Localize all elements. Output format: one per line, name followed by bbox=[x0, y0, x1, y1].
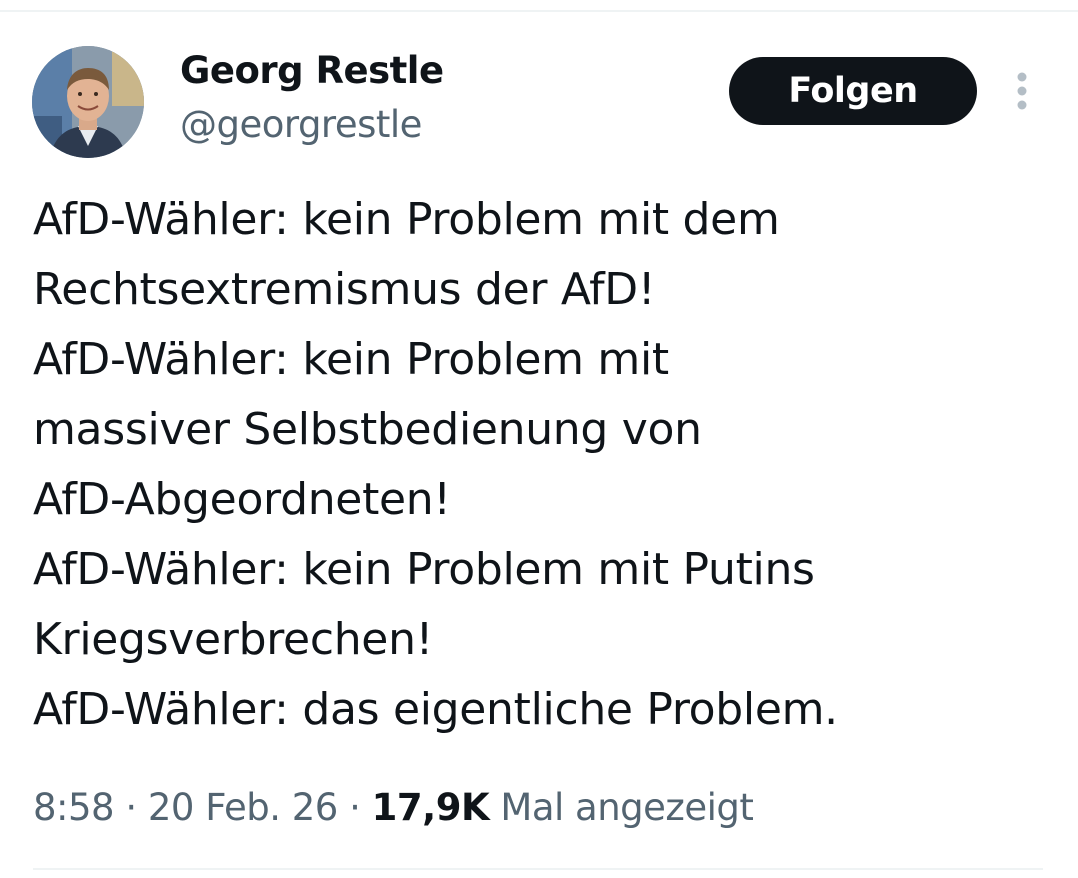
author-display-name[interactable]: Georg Restle bbox=[180, 46, 444, 96]
tweet-line: AfD-Wähler: kein Problem mit dem bbox=[33, 194, 780, 245]
tweet-line: AfD-Wähler: das eigentliche Problem. bbox=[33, 684, 838, 735]
tweet-line: AfD-Wähler: kein Problem mit Putins bbox=[33, 544, 815, 595]
tweet-line: AfD-Wähler: kein Problem mit bbox=[33, 334, 669, 385]
tweet-date[interactable]: 20 Feb. 26 bbox=[148, 786, 338, 829]
author-avatar[interactable] bbox=[32, 46, 144, 158]
tweet-line: Kriegsverbrechen! bbox=[33, 614, 433, 665]
tweet-line: AfD-Abgeordneten! bbox=[33, 474, 451, 525]
avatar-image bbox=[32, 46, 144, 158]
tweet-meta: 8:58 · 20 Feb. 26 · 17,9K Mal angezeigt bbox=[33, 782, 754, 834]
tweet-line: massiver Selbstbedienung von bbox=[33, 404, 702, 455]
tweet-line: Rechtsextremismus der AfD! bbox=[33, 264, 656, 315]
views-count[interactable]: 17,9K bbox=[372, 786, 490, 829]
meta-separator: · bbox=[125, 786, 137, 829]
vertical-ellipsis-icon bbox=[1017, 72, 1027, 110]
views-label: Mal angezeigt bbox=[500, 786, 754, 829]
top-divider bbox=[0, 10, 1078, 12]
author-handle[interactable]: @georgrestle bbox=[180, 100, 422, 150]
tweet-time[interactable]: 8:58 bbox=[33, 786, 115, 829]
more-options-button[interactable] bbox=[1005, 66, 1039, 116]
bottom-divider bbox=[33, 868, 1043, 870]
tweet-text: AfD-Wähler: kein Problem mit dem Rechtse… bbox=[33, 185, 1043, 745]
meta-separator: · bbox=[349, 786, 361, 829]
follow-button[interactable]: Folgen bbox=[729, 57, 977, 125]
